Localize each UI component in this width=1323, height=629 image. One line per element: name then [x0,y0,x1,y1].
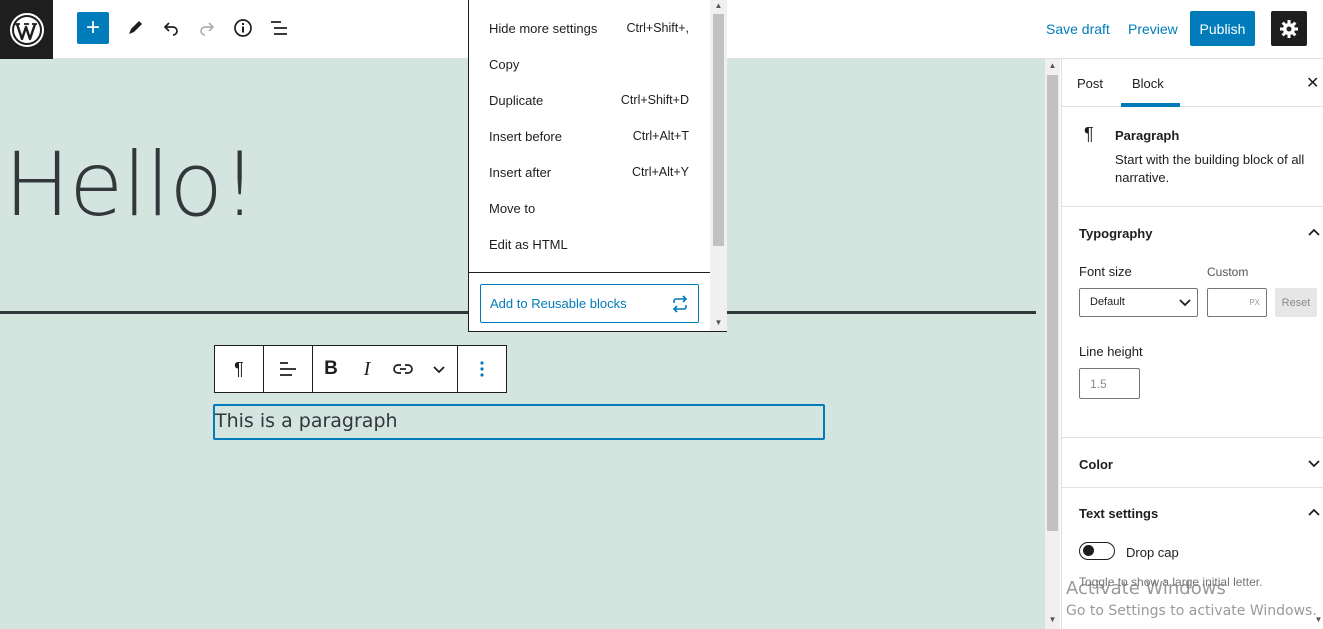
drop-cap-toggle[interactable] [1079,542,1115,560]
scroll-up-arrow-icon[interactable]: ▲ [1045,61,1060,70]
line-height-input[interactable]: 1.5 [1079,368,1140,399]
menu-item-label: Hide more settings [489,21,598,36]
pilcrow-icon[interactable]: ¶ [215,346,263,392]
more-options-icon[interactable] [458,346,506,392]
panel-title-text-settings[interactable]: Text settings [1079,506,1158,521]
menu-divider [469,272,710,273]
custom-size-label: Custom [1207,265,1249,279]
save-draft-button[interactable]: Save draft [1046,21,1110,37]
menu-item-edit-as-html[interactable]: Edit as HTML [489,237,689,252]
paragraph-icon: ¶ [1084,124,1094,144]
menu-item-label: Insert before [489,129,562,144]
italic-icon[interactable]: I [349,346,385,392]
activate-windows-watermark: Activate Windows [1066,578,1226,599]
link-icon[interactable] [385,346,421,392]
add-block-button[interactable]: + [77,12,109,44]
menu-item-shortcut: Ctrl+Alt+T [632,129,689,143]
menu-item-insert-after[interactable]: Insert after Ctrl+Alt+Y [489,165,689,180]
bold-icon[interactable]: B [313,346,349,392]
panel-title-color[interactable]: Color [1079,457,1113,472]
list-view-icon[interactable] [265,14,293,42]
publish-button[interactable]: Publish [1190,11,1255,46]
toggle-knob [1083,545,1094,556]
scroll-down-arrow-icon[interactable]: ▼ [710,318,727,327]
menu-item-move-to[interactable]: Move to [489,201,689,216]
scrollbar-thumb[interactable] [1047,75,1058,531]
menu-item-label: Move to [489,201,536,216]
redo-icon[interactable] [193,14,221,42]
menu-scrollbar[interactable]: ▲ ▼ [710,0,727,331]
wordpress-logo-icon[interactable] [0,0,53,59]
menu-item-hide-more-settings[interactable]: Hide more settings Ctrl+Shift+, [489,21,689,36]
heading-block[interactable]: Hello! [4,133,257,236]
custom-font-size-input[interactable]: PX [1207,288,1267,317]
menu-item-shortcut: Ctrl+Shift+, [626,21,689,35]
sidebar-tabs: Post Block ✕ [1062,59,1323,107]
menu-item-copy[interactable]: Copy [489,57,689,72]
menu-item-label: Insert after [489,165,552,180]
undo-icon[interactable] [157,14,185,42]
menu-item-label: Copy [489,57,520,72]
add-to-reusable-blocks-button[interactable]: Add to Reusable blocks [480,284,699,323]
info-icon[interactable] [229,14,257,42]
more-formats-chevron-icon[interactable] [421,346,457,392]
block-description: Start with the building block of all nar… [1115,152,1305,185]
edit-pencil-icon[interactable] [121,14,149,42]
block-title: Paragraph [1115,128,1180,143]
menu-scrollbar-thumb[interactable] [713,14,724,246]
font-size-value: Default [1090,296,1125,308]
drop-cap-label: Drop cap [1126,545,1179,560]
panel-title-typography[interactable]: Typography [1079,226,1152,241]
line-height-label: Line height [1079,344,1143,359]
reusable-block-icon [672,294,688,313]
menu-item-label: Edit as HTML [489,237,568,252]
canvas-scrollbar[interactable]: ▲ ▼ [1045,59,1060,629]
tab-block[interactable]: Block [1132,76,1164,91]
menu-item-insert-before[interactable]: Insert before Ctrl+Alt+T [489,129,689,144]
scroll-up-arrow-icon[interactable]: ▲ [710,1,727,10]
chevron-down-icon [1179,299,1191,307]
reusable-label: Add to Reusable blocks [490,296,627,311]
menu-item-duplicate[interactable]: Duplicate Ctrl+Shift+D [489,93,689,108]
font-size-select[interactable]: Default [1079,288,1198,317]
settings-sidebar: Post Block ✕ ¶ Paragraph Start with the … [1061,59,1323,629]
block-card: ¶ Paragraph Start with the building bloc… [1062,107,1323,207]
menu-item-shortcut: Ctrl+Shift+D [620,93,689,107]
preview-button[interactable]: Preview [1128,21,1178,37]
menu-item-label: Duplicate [489,93,544,108]
settings-gear-icon[interactable] [1271,11,1307,46]
color-panel[interactable]: Color [1062,438,1323,488]
activate-windows-subtext: Go to Settings to activate Windows. [1066,603,1317,619]
sidebar-scrollbar[interactable]: ▼ [1315,59,1323,629]
reset-button[interactable]: Reset [1275,288,1317,317]
align-icon[interactable] [264,346,312,392]
menu-item-shortcut: Ctrl+Alt+Y [632,165,689,179]
typography-panel: Typography [1062,207,1323,438]
unit-label: PX [1249,298,1260,307]
tab-post[interactable]: Post [1077,76,1103,91]
font-size-label: Font size [1079,264,1132,279]
block-options-menu: Hide more settings Ctrl+Shift+, Copy Dup… [468,0,727,332]
scroll-down-arrow-icon[interactable]: ▼ [1045,615,1060,624]
paragraph-block[interactable]: This is a paragraph [213,404,825,440]
block-toolbar: ¶ B I [214,345,507,393]
